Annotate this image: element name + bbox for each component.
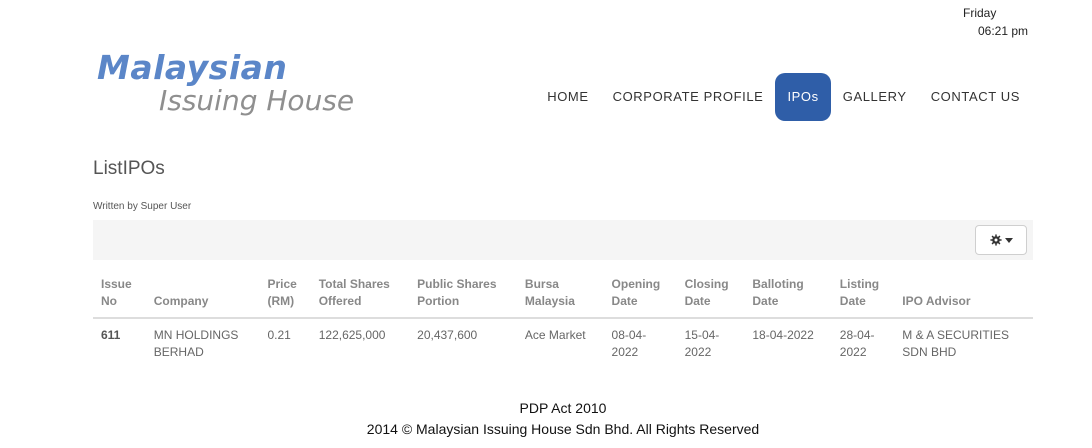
cell-text: MN HOLDINGS [153,328,239,342]
header-text: No [101,294,117,308]
table-cell: M & A SECURITIES SDN BHD [894,318,1033,365]
cell-text: 15-04- [684,328,720,342]
th-price: Price (RM) [259,272,311,319]
cell-text: BERHAD [153,345,204,359]
nav-home[interactable]: HOME [535,73,600,121]
nav-ipos[interactable]: IPOs [775,73,831,121]
author-line: Written by Super User [93,201,192,212]
th-closing-date: Closing Date [676,272,745,319]
table-cell: 15-04- 2022 [677,318,745,365]
header-text: Issue [101,277,132,291]
cell-text: M & A SECURITIES [902,328,1009,342]
th-listing-date: Listing Date [831,272,895,319]
th-bursa-malaysia: Bursa Malaysia [516,272,604,319]
table-cell: 0.21 [259,318,310,365]
th-total-shares: Total Shares Offered [310,272,410,319]
th-ipo-advisor: IPO Advisor [894,272,1033,319]
cell-text: 20,437,600 [417,328,478,342]
footer-pdp: PDP Act 2010 [519,400,607,416]
header-text: (RM) [267,294,295,308]
ipo-table: Issue No Company Price (RM) Total Shares Offer… [93,272,1033,365]
table-row: 611 MN HOLDINGS BERHAD 0.21 122,625,000 20,43… [93,318,1033,365]
header-text: Opening [611,277,661,291]
cell-text: 18-04-2022 [752,328,814,342]
header-text: Listing [839,277,880,291]
table-cell: 611 [93,318,146,365]
th-issue-no: Issue No [93,272,146,319]
main-nav: HOME CORPORATE PROFILE IPOs GALLERY CONTACT … [535,73,1032,121]
logo-line-2: Issuing House [159,84,355,117]
table-cell: 122,625,000 [311,318,409,365]
header-text: Public Shares [417,277,497,291]
th-company: Company [145,272,260,319]
cell-text: 28-04- [839,328,875,342]
table-cell: MN HOLDINGS BERHAD [146,318,260,365]
settings-dropdown-button[interactable] [975,225,1027,255]
clock-time: 06:21 pm [978,24,1029,38]
header-text: Date [684,294,711,308]
clock-day: Friday [963,6,997,20]
footer-copyright: 2014 © Malaysian Issuing House Sdn Bhd. … [366,421,760,437]
header-text: Malaysia [524,294,575,308]
cell-text: SDN BHD [902,345,957,359]
header-text: Closing [684,277,729,291]
header-text: Price [267,277,297,291]
header-text: Total Shares [318,277,390,291]
th-opening-date: Opening Date [603,272,677,319]
table-cell: Ace Market [517,318,604,365]
th-balloting-date: Balloting Date [744,272,832,319]
cell-text: 08-04- [611,328,647,342]
table-cell: 28-04- 2022 [832,318,895,365]
nav-corporate-profile[interactable]: CORPORATE PROFILE [601,73,776,121]
page-title: ListIPOs [93,158,165,179]
cell-text: 611 [101,328,121,342]
cell-text: 2022 [684,345,712,359]
table-cell: 18-04-2022 [744,318,831,365]
header-text: Offered [318,294,362,308]
table-cell: 08-04- 2022 [604,318,677,365]
gear-icon [989,234,1002,246]
header-text: Company [153,294,209,308]
cell-text: 2022 [839,345,867,359]
nav-gallery[interactable]: GALLERY [831,73,919,121]
header-text: IPO Advisor [902,294,971,308]
table-header-row: Issue No Company Price (RM) Total Shares Offer… [93,272,1033,319]
header-text: Date [839,294,866,308]
header-text: Balloting [752,277,804,291]
cell-text: 122,625,000 [318,328,386,342]
cell-text: 2022 [611,345,639,359]
header-text: Bursa [524,277,559,291]
cell-text: Ace Market [524,328,586,342]
logo-line-1: Malaysian [97,48,288,87]
article-toolbar [93,220,1033,260]
header-text: Date [752,294,779,308]
table-cell: 20,437,600 [409,318,517,365]
th-public-shares: Public Shares Portion [409,272,517,319]
header-text: Date [611,294,638,308]
header-text: Portion [417,294,460,308]
site-logo[interactable]: Malaysian Issuing House [95,44,375,124]
caret-down-icon [1004,237,1013,243]
nav-contact-us[interactable]: CONTACT US [919,73,1032,121]
cell-text: 0.21 [267,328,291,342]
